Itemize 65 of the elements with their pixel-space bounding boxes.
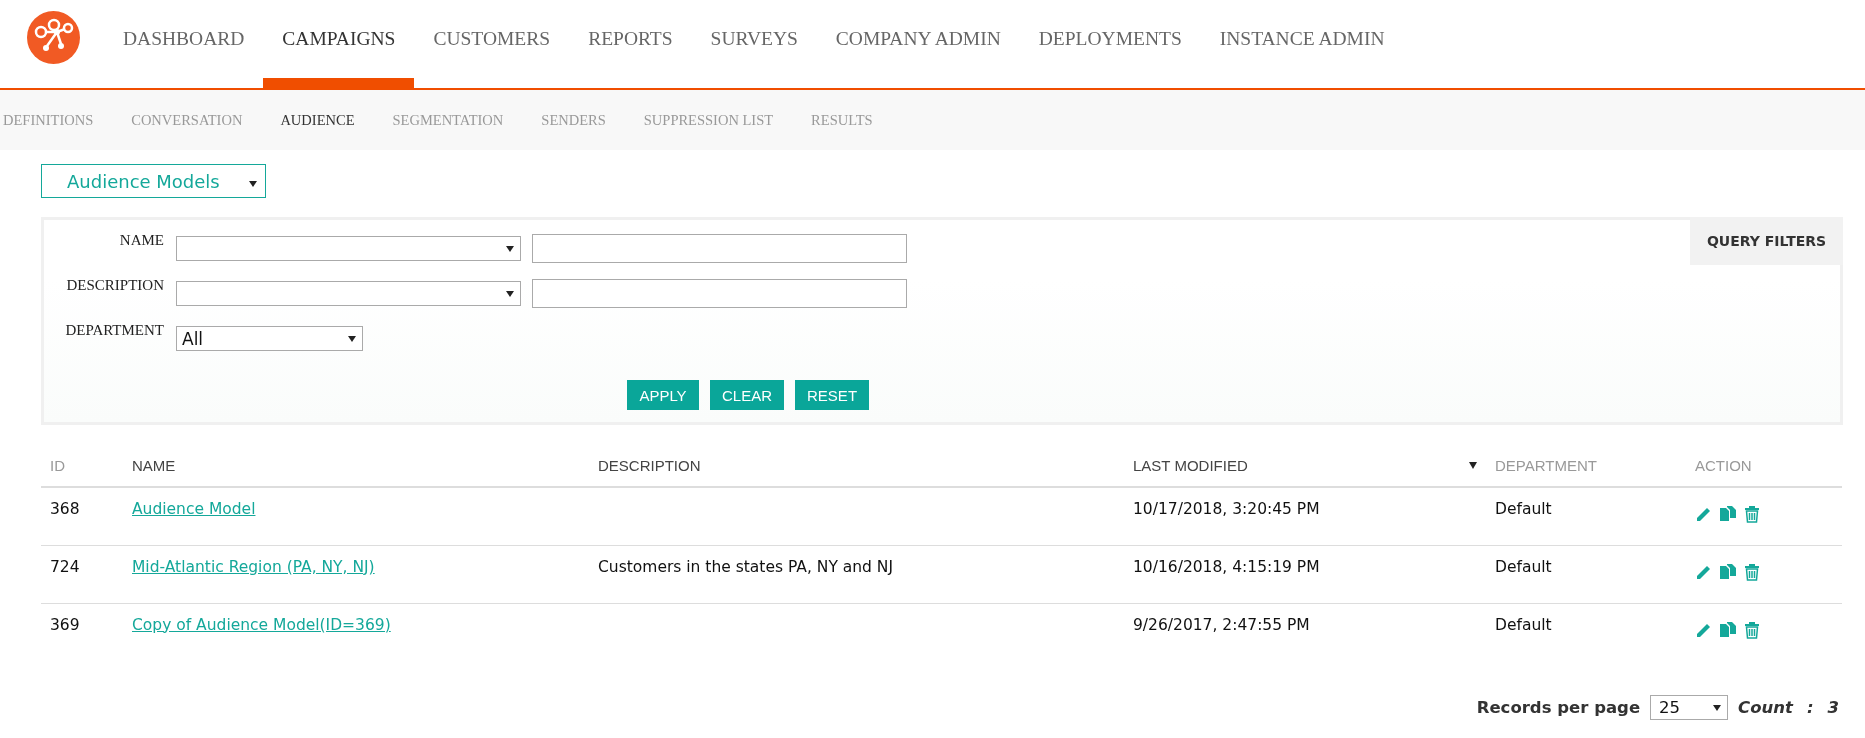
column-header[interactable]: NAME <box>132 456 176 474</box>
field-label: NAME <box>118 232 164 249</box>
query-filters-tab[interactable]: QUERY FILTERS <box>1690 217 1843 265</box>
records-per-page-label: Records per page <box>1476 698 1641 717</box>
column-header[interactable]: ACTION <box>1695 456 1752 474</box>
count-label: Count <box>1738 698 1793 717</box>
trash-icon[interactable] <box>1743 562 1761 581</box>
table-cell: 368 <box>50 500 80 518</box>
record-link[interactable]: Copy of Audience Model(ID=369) <box>132 615 391 634</box>
nav-tab[interactable]: REPORTS <box>569 0 692 88</box>
nav-tab[interactable]: INSTANCE ADMIN <box>1200 0 1404 88</box>
table-cell: Default <box>1495 500 1552 518</box>
subnav-tab[interactable]: CONVERSATION <box>131 111 243 129</box>
trash-icon[interactable] <box>1743 505 1761 523</box>
dropdown[interactable] <box>176 281 521 306</box>
caret-icon <box>1713 704 1722 711</box>
filter-button[interactable]: RESET <box>795 380 870 410</box>
count-separator: : <box>1806 698 1814 717</box>
column-header[interactable]: DESCRIPTION <box>598 456 701 474</box>
table-cell: Customers in the states PA, NY and NJ <box>598 557 894 576</box>
subnav-tab[interactable]: AUDIENCE <box>280 111 355 129</box>
table-cell: Default <box>1495 615 1552 634</box>
filter-button[interactable]: APPLY <box>627 380 699 410</box>
logo-icon <box>27 11 80 64</box>
subnav-tab[interactable]: SEGMENTATION <box>392 111 504 129</box>
caret-icon <box>506 290 514 297</box>
subnav-tab[interactable]: DEFINITIONS <box>3 111 94 129</box>
dropdown[interactable]: All <box>176 326 363 351</box>
column-header[interactable]: DEPARTMENT <box>1495 456 1597 474</box>
record-link[interactable]: Audience Model <box>132 500 256 518</box>
column-header[interactable]: ID <box>50 456 65 474</box>
dropdown[interactable] <box>176 236 521 261</box>
trash-icon[interactable] <box>1743 620 1761 639</box>
nav-tab[interactable]: CUSTOMERS <box>414 0 570 88</box>
subnav-tab[interactable]: RESULTS <box>811 111 873 129</box>
input-field[interactable] <box>532 234 907 263</box>
nav-tab[interactable]: COMPANY ADMIN <box>816 0 1020 88</box>
copy-icon[interactable] <box>1719 562 1737 581</box>
record-link[interactable]: Mid-Atlantic Region (PA, NY, NJ) <box>132 557 375 576</box>
nav-tab[interactable]: DASHBOARD <box>104 0 264 88</box>
copy-icon[interactable] <box>1719 505 1737 523</box>
filter-button[interactable]: CLEAR <box>710 380 785 410</box>
nav-tab[interactable]: SURVEYS <box>691 0 817 88</box>
table-cell: 724 <box>50 557 80 576</box>
caret-icon <box>506 245 514 252</box>
copy-icon[interactable] <box>1719 620 1737 639</box>
table-cell: 10/16/2018, 4:15:19 PM <box>1133 557 1320 576</box>
table-cell: Default <box>1495 557 1552 576</box>
subnav-tab[interactable]: SENDERS <box>541 111 606 129</box>
caret-icon <box>249 181 257 187</box>
column-header[interactable]: LAST MODIFIED <box>1133 456 1248 474</box>
nav-tab[interactable]: DEPLOYMENTS <box>1019 0 1201 88</box>
table-cell: 9/26/2017, 2:47:55 PM <box>1133 615 1310 634</box>
table-cell: 10/17/2018, 3:20:45 PM <box>1133 500 1320 518</box>
field-label: DEPARTMENT <box>64 322 164 339</box>
subnav-tab[interactable]: SUPPRESSION LIST <box>643 111 774 129</box>
input-field[interactable] <box>532 279 907 308</box>
sort-descending-icon[interactable] <box>1469 461 1477 469</box>
table-cell: 369 <box>50 615 80 634</box>
page-size-dropdown[interactable]: 25 <box>1650 695 1729 720</box>
pencil-icon[interactable] <box>1695 505 1713 523</box>
field-label: DESCRIPTION <box>65 277 164 294</box>
caret-icon <box>348 335 356 342</box>
view-dropdown[interactable]: Audience Models <box>41 164 266 198</box>
record-count: 3 <box>1827 698 1839 717</box>
